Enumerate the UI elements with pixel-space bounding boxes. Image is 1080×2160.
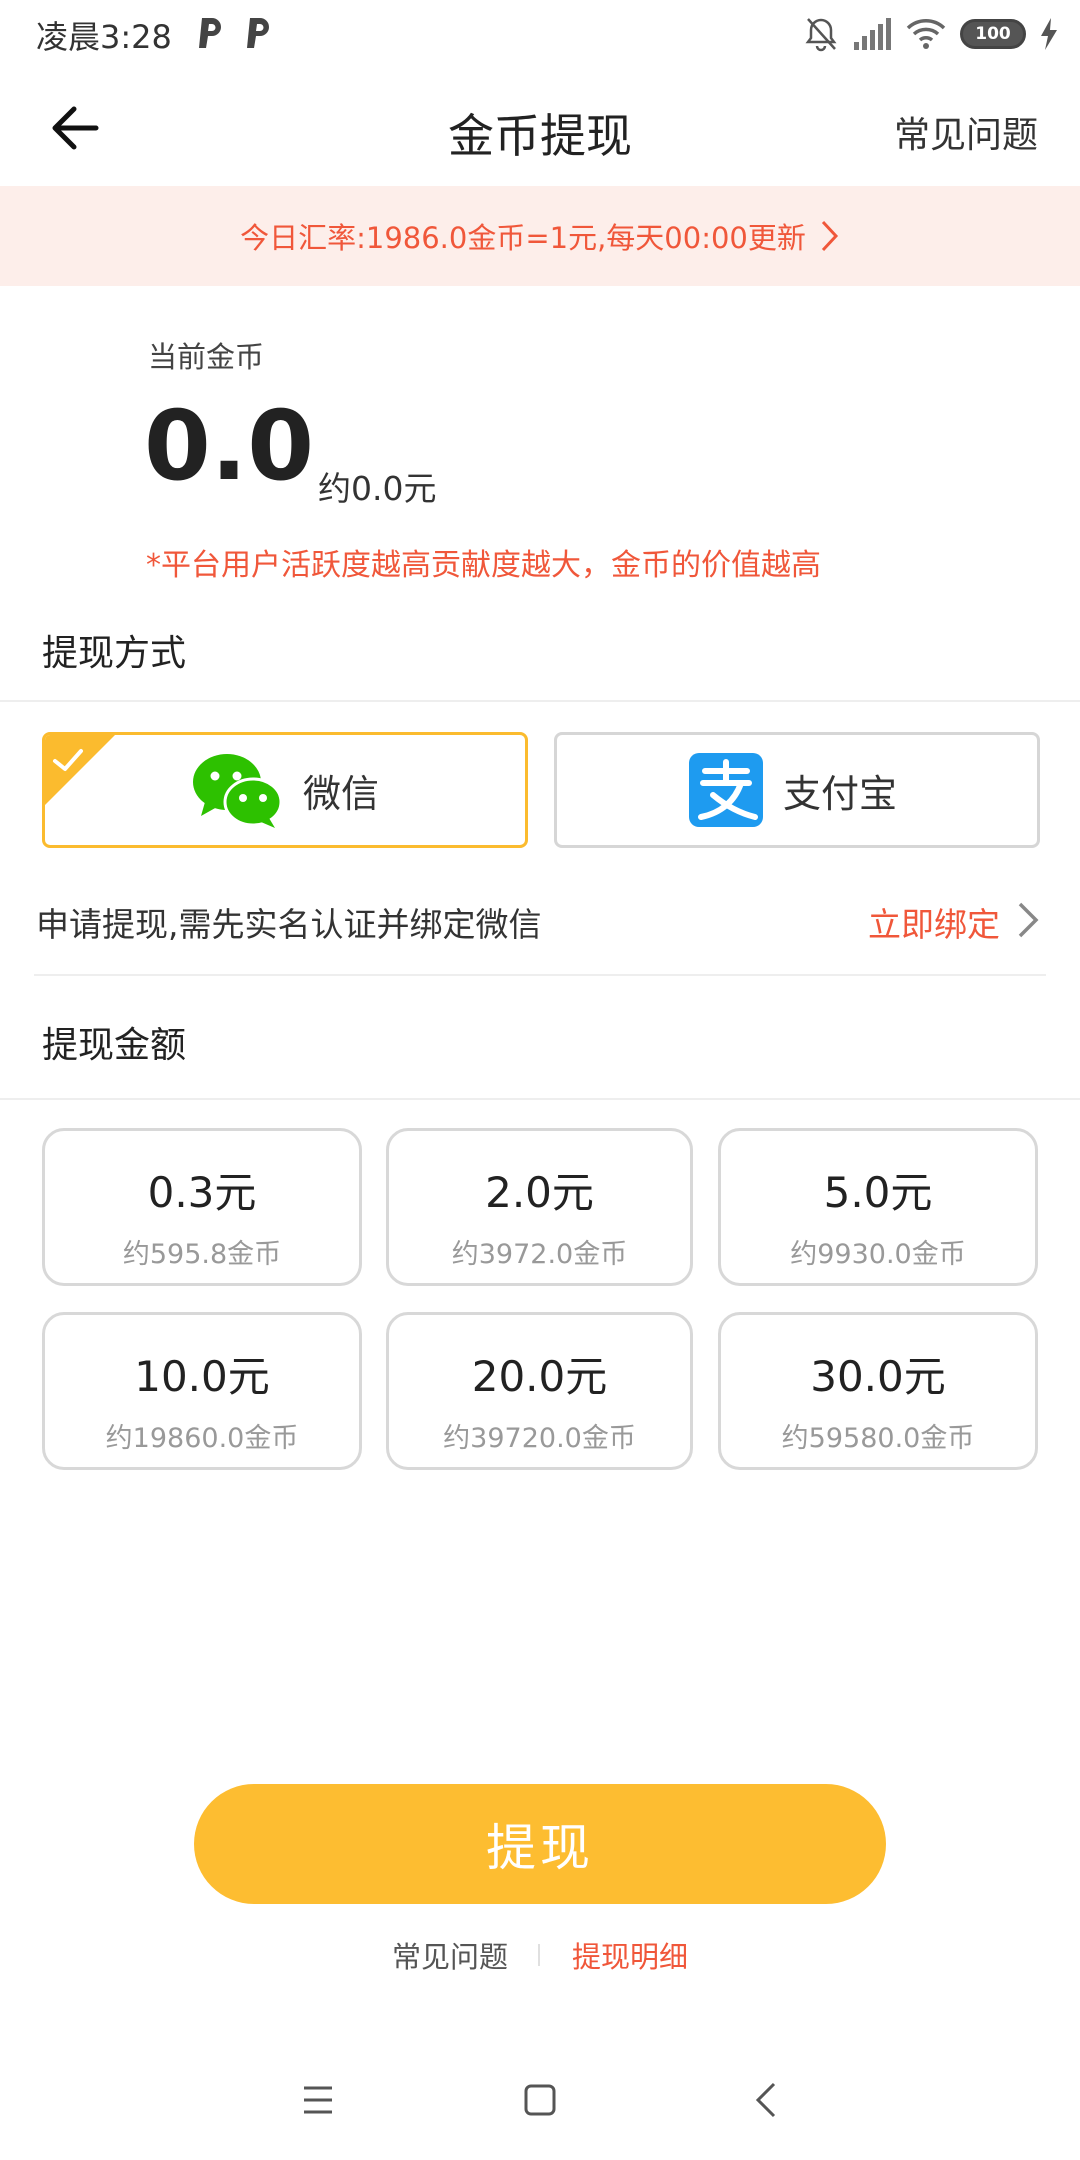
divider: [0, 1098, 1080, 1100]
chevron-right-icon: [821, 220, 838, 252]
wechat-icon: [193, 754, 283, 828]
amount-yuan: 0.3元: [147, 1168, 257, 1217]
status-bar: 凌晨3:28 100: [0, 0, 1080, 70]
status-icons: 100: [804, 14, 1058, 54]
amount-coins: 约9930.0金币: [790, 1239, 966, 1270]
chevron-right-icon: [1018, 902, 1039, 938]
footer-separator: [538, 1944, 540, 1966]
amount-option[interactable]: 20.0元 约39720.0金币: [386, 1312, 693, 1470]
signal-icon: [854, 18, 891, 50]
battery-icon: 100: [960, 19, 1026, 49]
amount-option[interactable]: 2.0元 约3972.0金币: [386, 1128, 693, 1286]
amount-coins: 约59580.0金币: [781, 1423, 975, 1454]
bind-now-link[interactable]: 立即绑定: [868, 898, 1000, 946]
battery-level: 100: [975, 24, 1011, 44]
method-wechat-label: 微信: [303, 771, 380, 816]
amount-yuan: 10.0元: [134, 1352, 270, 1401]
amount-yuan: 20.0元: [471, 1352, 608, 1401]
balance-approx: 约0.0元: [318, 469, 437, 508]
divider: [34, 974, 1046, 976]
amount-coins: 约3972.0金币: [451, 1239, 628, 1270]
home-icon[interactable]: [516, 2076, 564, 2124]
footer-links: 常见问题 提现明细: [0, 1934, 1080, 1974]
amount-yuan: 5.0元: [823, 1168, 933, 1217]
wifi-icon: [906, 19, 946, 49]
exchange-rate-banner[interactable]: 今日汇率:1986.0金币=1元,每天00:00更新: [0, 186, 1080, 286]
amount-coins: 约19860.0金币: [105, 1423, 299, 1454]
mute-bell-icon: [805, 18, 837, 52]
balance-value: 0.0: [144, 390, 315, 502]
menu-icon[interactable]: [294, 2076, 342, 2124]
method-alipay[interactable]: 支付宝: [554, 732, 1040, 848]
parking-p-icon: [247, 18, 269, 48]
withdraw-method-title: 提现方式: [42, 633, 187, 674]
amount-option[interactable]: 30.0元 约59580.0金币: [718, 1312, 1038, 1470]
exchange-rate-text: 今日汇率:1986.0金币=1元,每天00:00更新: [240, 221, 806, 255]
selected-check-icon: [45, 735, 115, 805]
status-time: 凌晨3:28: [36, 18, 172, 56]
faq-link[interactable]: 常见问题: [894, 106, 1038, 158]
amount-coins: 约595.8金币: [122, 1239, 282, 1270]
bind-hint: 申请提现,需先实名认证并绑定微信: [36, 905, 542, 944]
charging-icon: [1041, 18, 1057, 50]
amount-option[interactable]: 0.3元 约595.8金币: [42, 1128, 362, 1286]
amount-option[interactable]: 10.0元 约19860.0金币: [42, 1312, 362, 1470]
method-alipay-label: 支付宝: [783, 771, 898, 816]
alipay-icon: [689, 753, 763, 827]
method-wechat[interactable]: 微信: [42, 732, 528, 848]
withdraw-amount-title: 提现金额: [42, 1025, 187, 1066]
amount-yuan: 30.0元: [810, 1352, 946, 1401]
withdraw-button[interactable]: 提现: [194, 1784, 886, 1904]
back-icon[interactable]: [744, 2076, 792, 2124]
bind-account-row[interactable]: 申请提现,需先实名认证并绑定微信 立即绑定: [0, 880, 1080, 976]
system-nav-bar: [0, 2060, 1080, 2140]
balance-note: *平台用户活跃度越高贡献度越大，金币的价值越高: [146, 548, 821, 583]
withdraw-detail-link[interactable]: 提现明细: [572, 1934, 688, 1976]
balance-label: 当前金币: [148, 340, 265, 374]
divider: [0, 700, 1080, 702]
parking-p-icon: [199, 18, 221, 48]
header: 金币提现 常见问题: [0, 70, 1080, 186]
amount-yuan: 2.0元: [485, 1168, 594, 1217]
amount-option[interactable]: 5.0元 约9930.0金币: [718, 1128, 1038, 1286]
amount-coins: 约39720.0金币: [443, 1423, 636, 1454]
footer-faq-link[interactable]: 常见问题: [392, 1934, 508, 1976]
